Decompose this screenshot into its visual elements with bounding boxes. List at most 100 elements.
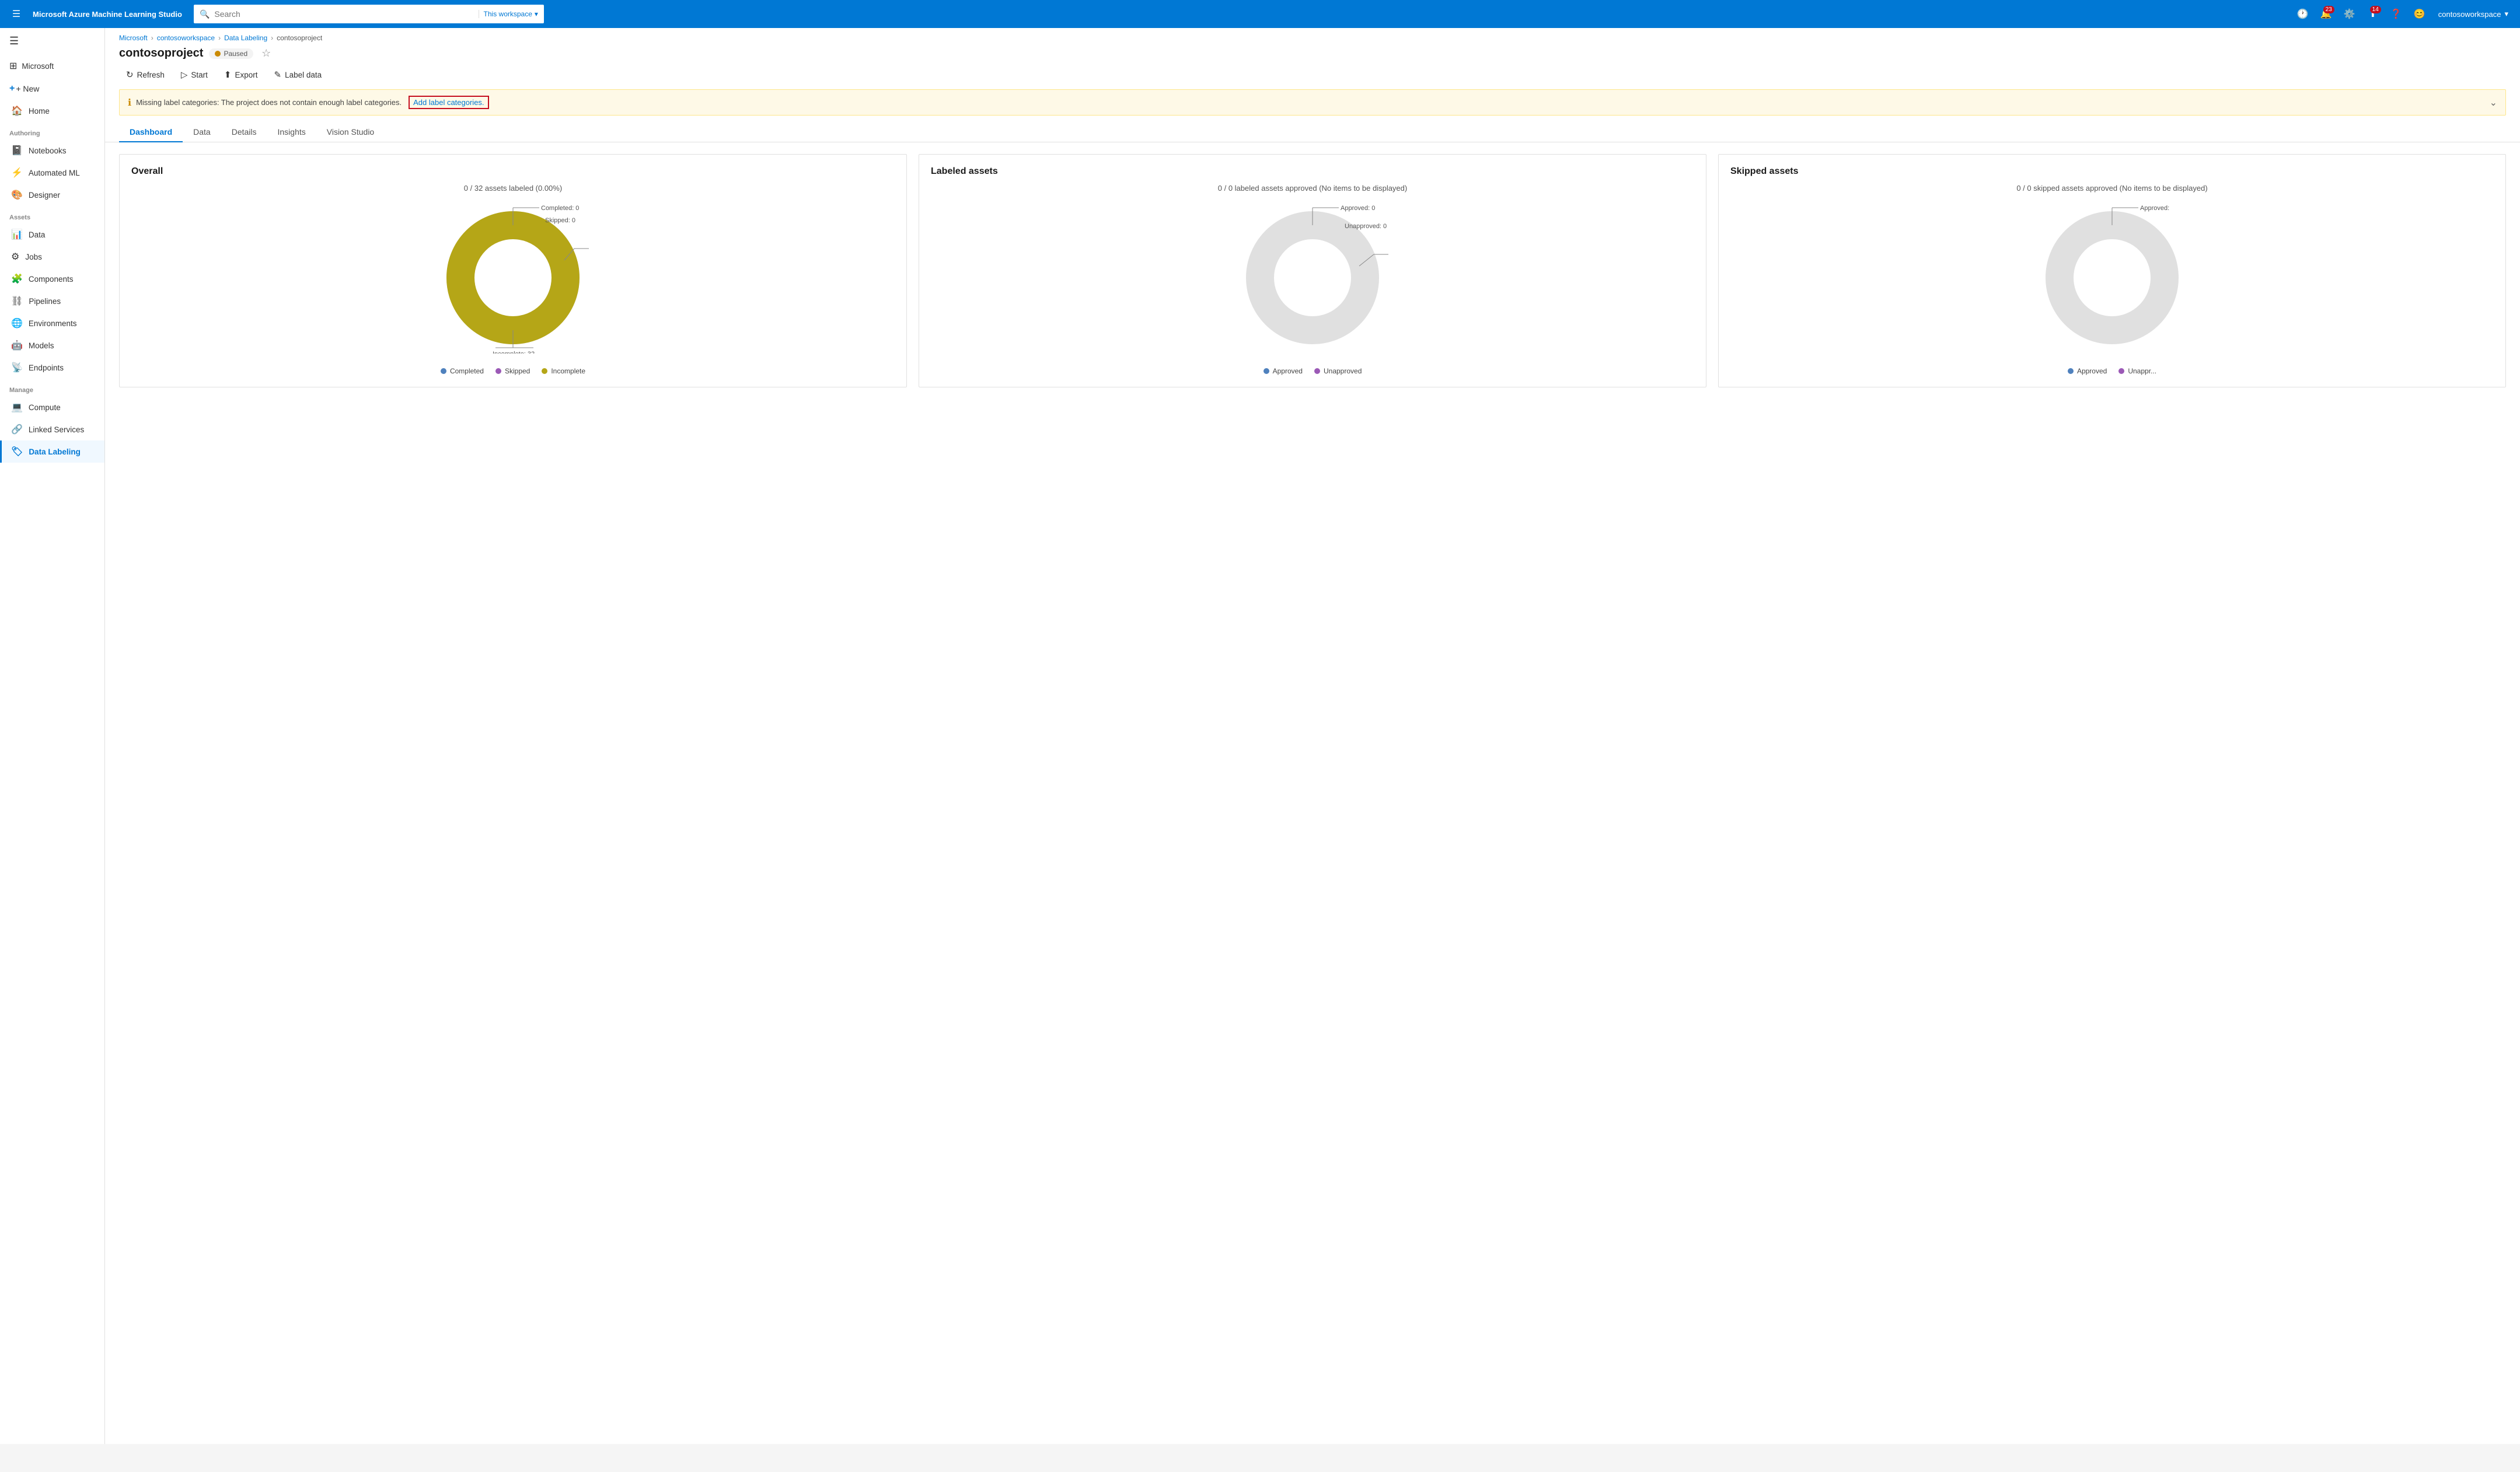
sidebar-item-linked-services-label: Linked Services [29,425,84,434]
plus-icon: + [9,83,15,94]
sidebar-item-data-labeling-label: Data Labeling [29,447,81,456]
sidebar-item-data-label: Data [29,230,46,239]
components-icon: 🧩 [11,273,23,285]
legend-dot-incomplete [542,368,547,374]
manage-section-label: Manage [0,379,104,396]
legend-item-incomplete: Incomplete [542,367,585,375]
start-button[interactable]: ▷ Start [174,66,215,83]
legend-item-approved-skipped: Approved [2068,367,2107,375]
add-label-categories-link[interactable]: Add label categories. [409,96,488,109]
updates-icon[interactable]: ⬆ 14 [2364,5,2382,23]
search-scope-badge[interactable]: This workspace ▾ [479,10,538,18]
export-button[interactable]: ⬆ Export [217,66,265,83]
compute-icon: 💻 [11,401,23,413]
sidebar-item-notebooks[interactable]: 📓 Notebooks [0,139,104,162]
sidebar-item-microsoft-label: Microsoft [22,62,54,71]
skipped-assets-subtitle: 0 / 0 skipped assets approved (No items … [1730,184,2494,193]
username-label: contosoworkspace [2438,10,2501,19]
sidebar-item-home-label: Home [29,107,50,116]
sidebar-item-data[interactable]: 📊 Data [0,223,104,246]
breadcrumb-workspace[interactable]: contosoworkspace [157,34,215,42]
sidebar-item-automated-ml-label: Automated ML [29,169,80,177]
sidebar-hamburger[interactable]: ☰ [0,28,104,54]
help-icon[interactable]: ❓ [2387,5,2406,23]
endpoints-icon: 📡 [11,362,23,373]
breadcrumb-microsoft[interactable]: Microsoft [119,34,148,42]
environments-icon: 🌐 [11,317,23,329]
tab-dashboard[interactable]: Dashboard [119,123,183,142]
skipped-assets-donut-svg: Approved: [2036,202,2188,354]
sidebar-item-environments-label: Environments [29,319,77,328]
topbar: ☰ Microsoft Azure Machine Learning Studi… [0,0,2520,28]
page-header: contosoproject Paused ☆ [105,42,2520,60]
user-chevron-icon: ▾ [2504,9,2508,19]
refresh-button[interactable]: ↻ Refresh [119,66,172,83]
breadcrumb-data-labeling[interactable]: Data Labeling [224,34,267,42]
sidebar-item-designer[interactable]: 🎨 Designer [0,184,104,206]
sidebar-item-environments[interactable]: 🌐 Environments [0,312,104,334]
start-icon: ▷ [181,69,188,80]
sidebar-item-compute-label: Compute [29,403,61,412]
automated-ml-icon: ⚡ [11,167,23,179]
status-label: Paused [224,50,247,58]
feedback-icon[interactable]: 😊 [2410,5,2429,23]
breadcrumb-sep-2: › [218,34,221,42]
sidebar-item-microsoft[interactable]: ⊞ Microsoft [0,54,104,78]
clock-icon[interactable]: 🕐 [2294,5,2312,23]
sidebar-item-models[interactable]: 🤖 Models [0,334,104,356]
sidebar-item-data-labeling[interactable]: 🏷 Data Labeling [0,440,104,463]
data-icon: 📊 [11,229,23,240]
tab-details[interactable]: Details [221,123,267,142]
overall-card: Overall 0 / 32 assets labeled (0.00%) [119,154,907,387]
sidebar-item-components-label: Components [29,275,74,284]
overall-donut-container: Completed: 0 Skipped: 0 Incomplete: 32 [131,202,895,375]
toolbar: ↻ Refresh ▷ Start ⬆ Export ✎ Label data [105,60,2520,89]
data-labeling-icon: 🏷 [11,446,23,457]
favorite-star-icon[interactable]: ☆ [261,47,271,60]
warning-text: Missing label categories: The project do… [136,98,402,107]
user-menu[interactable]: contosoworkspace ▾ [2434,7,2513,21]
sidebar-item-linked-services[interactable]: 🔗 Linked Services [0,418,104,440]
sidebar-item-endpoints[interactable]: 📡 Endpoints [0,356,104,379]
skipped-assets-legend: Approved Unappr... [2068,367,2156,375]
svg-text:Completed: 0: Completed: 0 [541,205,579,212]
jobs-icon: ⚙ [11,251,19,263]
warning-chevron-icon[interactable]: ⌄ [2490,97,2497,109]
sidebar-item-automated-ml[interactable]: ⚡ Automated ML [0,162,104,184]
legend-item-completed: Completed [441,367,484,375]
chevron-down-icon: ▾ [535,10,538,18]
svg-text:Skipped: 0: Skipped: 0 [545,217,575,224]
labeled-assets-legend: Approved Unapproved [1264,367,1362,375]
labeled-assets-card: Labeled assets 0 / 0 labeled assets appr… [919,154,1706,387]
hamburger-menu-icon[interactable]: ☰ [7,5,26,23]
label-data-button[interactable]: ✎ Label data [267,66,329,83]
tab-vision-studio[interactable]: Vision Studio [316,123,385,142]
authoring-section-label: Authoring [0,122,104,139]
legend-item-skipped: Skipped [495,367,530,375]
status-dot-icon [215,51,221,57]
breadcrumb-sep-3: › [271,34,273,42]
legend-dot-skipped [495,368,501,374]
search-bar: 🔍 This workspace ▾ [194,5,544,23]
sidebar-item-compute[interactable]: 💻 Compute [0,396,104,418]
sidebar-item-components[interactable]: 🧩 Components [0,268,104,290]
sidebar-item-home[interactable]: 🏠 Home [0,100,104,122]
sidebar-item-jobs[interactable]: ⚙ Jobs [0,246,104,268]
breadcrumb-project: contosoproject [277,34,322,42]
search-input[interactable] [214,9,473,19]
settings-icon[interactable]: ⚙️ [2340,5,2359,23]
tab-insights[interactable]: Insights [267,123,316,142]
tab-data[interactable]: Data [183,123,221,142]
skipped-assets-donut-container: Approved: Approved Unappr... [1730,202,2494,375]
notifications-badge: 23 [2323,6,2334,13]
sidebar-item-pipelines[interactable]: ⛓ Pipelines [0,290,104,312]
svg-text:Approved:: Approved: [2140,205,2169,212]
overall-donut-svg: Completed: 0 Skipped: 0 Incomplete: 32 [437,202,589,354]
legend-item-unapproved-skipped: Unappr... [2118,367,2156,375]
notifications-icon[interactable]: 🔔 23 [2317,5,2336,23]
new-button[interactable]: + + New [0,78,104,100]
labeled-assets-donut-container: Approved: 0 Unapproved: 0 Approved [931,202,1694,375]
overall-card-title: Overall [131,166,895,177]
overall-card-subtitle: 0 / 32 assets labeled (0.00%) [131,184,895,193]
legend-dot-completed [441,368,446,374]
